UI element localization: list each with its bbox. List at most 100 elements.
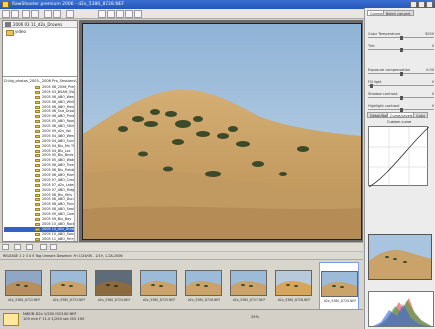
folder-label: 2005 07_ABO_Ridge xyxy=(42,187,77,192)
sort-icon[interactable] xyxy=(14,244,21,250)
folder-icon xyxy=(35,159,40,163)
folder-icon xyxy=(35,125,40,129)
main-photo[interactable] xyxy=(82,23,362,240)
slider-track[interactable] xyxy=(368,85,434,86)
folder-icon xyxy=(35,139,40,143)
straighten-icon[interactable] xyxy=(125,10,133,18)
folder-label: 2005 04_Blu_Loc xyxy=(42,148,71,153)
folder-icon xyxy=(35,227,40,231)
folder-label: 2005 06_ABO_Marsh xyxy=(42,173,77,178)
slider-knob[interactable] xyxy=(400,71,403,76)
slider-knob[interactable] xyxy=(400,35,403,40)
fill-light-slider[interactable]: Fill light 0 xyxy=(368,80,434,88)
thumbnail-caption: d2x_5380_8728.NEF xyxy=(277,298,311,302)
filmstrip-thumbnail[interactable]: d2x_5380_8722.NEF xyxy=(4,270,44,304)
slider-knob[interactable] xyxy=(400,107,403,112)
filmstrip-thumbnail[interactable]: d2x_5380_8726.NEF xyxy=(184,270,224,304)
subfolder-label: _video xyxy=(13,29,26,34)
slider-knob[interactable] xyxy=(370,83,373,88)
folder-icon xyxy=(35,115,40,119)
navigator-preview[interactable] xyxy=(368,234,432,280)
slider-knob[interactable] xyxy=(400,47,403,52)
eyedropper-icon[interactable] xyxy=(134,10,142,18)
slider-label: Exposure compensation xyxy=(368,68,411,72)
list-view-icon[interactable] xyxy=(50,244,57,250)
folder-icon xyxy=(35,188,40,192)
slider-knob[interactable] xyxy=(400,95,403,100)
rotate-right-icon[interactable] xyxy=(31,10,39,18)
folder-label: 2005 07_ABO_Creek xyxy=(42,177,77,182)
compare-view-icon[interactable] xyxy=(53,10,61,18)
crop-icon[interactable] xyxy=(116,10,124,18)
folder-icon[interactable] xyxy=(2,244,9,250)
tab-batch-convert[interactable]: Batch convert xyxy=(383,10,414,16)
view-controls-bar xyxy=(0,242,363,251)
hand-icon[interactable] xyxy=(107,10,115,18)
image-viewer[interactable] xyxy=(79,20,363,242)
close-button[interactable] xyxy=(426,1,433,8)
help-icon[interactable] xyxy=(66,10,74,18)
tone-curve-editor[interactable] xyxy=(368,126,430,188)
folder-label: 2005 08_Blu_Hills xyxy=(42,192,72,197)
status-bar: NIKON D2x 1/250 ISO100 NEF 105 mm F 11.0… xyxy=(0,309,363,329)
folder-icon xyxy=(35,130,40,134)
rotate-left-icon[interactable] xyxy=(22,10,30,18)
shadow-contrast-slider[interactable]: Shadow contrast 0 xyxy=(368,92,434,100)
tint-slider[interactable]: Tint 0 xyxy=(368,44,434,52)
thumbnail-caption: d2x_5380_8723.NEF xyxy=(52,298,86,302)
tab-color[interactable]: Color xyxy=(413,112,429,118)
folder-label: 2005 09_d2x_Vol xyxy=(42,129,71,134)
minimize-button[interactable] xyxy=(410,1,417,8)
zoom-level[interactable]: 25% xyxy=(251,315,259,319)
folder-tree: 2005 06_2006_Preso2005 03_BSAM_SW Bay200… xyxy=(4,85,78,241)
filmstrip-thumbnail[interactable]: d2x_5380_8729.NEF xyxy=(319,262,359,310)
maximize-button[interactable] xyxy=(418,1,425,8)
grid-view-icon[interactable] xyxy=(40,244,47,250)
zoom-fit-icon[interactable] xyxy=(26,244,33,250)
folder-icon xyxy=(35,237,40,241)
histogram xyxy=(368,291,434,327)
panel-divider[interactable] xyxy=(3,76,77,77)
slider-value: 0 xyxy=(431,104,434,108)
exif-line-1: NIKON D2x 1/250 ISO100 NEF xyxy=(23,312,77,316)
folder-label: 2005 06_Snd_Drowns xyxy=(42,109,78,114)
current-folder-header[interactable]: 2006 03 11_d2x_Drowns xyxy=(3,21,77,28)
folder-label: 2005 08_ABO_West Bay xyxy=(42,94,77,99)
folder-icon xyxy=(35,90,40,94)
folder-icon xyxy=(35,154,40,158)
folder-label: 2005 04_ABO_West xyxy=(42,133,76,138)
folder-icon xyxy=(35,105,40,109)
filmstrip-thumbnail[interactable]: d2x_5380_8725.NEF xyxy=(139,270,179,304)
filter-text: RELEASE 1 2 3 4 5 Tag Unmark Deselect: F… xyxy=(3,254,123,258)
highlight-contrast-slider[interactable]: Highlight contrast 0 xyxy=(368,104,434,112)
exif-line-2: 105 mm F 11.0 1/250 sec ISO 100 xyxy=(23,317,85,321)
exposure-slider[interactable]: Exposure compensation 0.00 xyxy=(368,68,434,76)
single-view-icon[interactable] xyxy=(44,10,52,18)
folder-label: 2005 08_ABO_Seals xyxy=(42,207,76,212)
filter-bar[interactable]: RELEASE 1 2 3 4 5 Tag Unmark Deselect: F… xyxy=(0,251,363,259)
loupe-icon[interactable] xyxy=(98,10,106,18)
filmstrip-thumbnail[interactable]: d2x_5380_8728.NEF xyxy=(274,270,314,304)
thumbnail-image xyxy=(321,271,358,297)
filmstrip-thumbnail[interactable]: d2x_5380_8723.NEF xyxy=(49,270,89,304)
window-title: RawShooter premium 2006 - d2x_5380_8728.… xyxy=(12,2,125,7)
folder-icon xyxy=(35,134,40,138)
back-icon[interactable] xyxy=(2,10,10,18)
filmstrip-thumbnail[interactable]: d2x_5380_8724.NEF xyxy=(94,270,134,304)
thumbnail-caption: d2x_5380_8722.NEF xyxy=(7,298,41,302)
folder-label: 2005 06_ABO_Trees xyxy=(42,163,76,168)
histogram-graph xyxy=(373,298,432,326)
folder-label: 2005 09_Blu_Bay xyxy=(42,217,72,222)
folder-icon xyxy=(35,232,40,236)
subfolder-item[interactable]: _video xyxy=(5,29,26,36)
color-temperature-slider[interactable]: Color Temperature 5050 xyxy=(368,32,434,40)
folder-tree-scrollbar[interactable] xyxy=(74,85,77,241)
folder-icon xyxy=(35,144,40,148)
filmstrip-thumbnail[interactable]: d2x_5380_8727.NEF xyxy=(229,270,269,304)
slider-label: Shadow contrast xyxy=(368,92,398,96)
curve-mode-select[interactable]: Custom curve xyxy=(387,120,411,124)
tab-curve-levels[interactable]: Curve/Levels xyxy=(387,112,416,118)
folder-label: 2005 05_ABO_Rooms xyxy=(42,119,78,124)
folder-label: 2005 06_ABO_Prndl xyxy=(42,114,76,119)
forward-icon[interactable] xyxy=(11,10,19,18)
